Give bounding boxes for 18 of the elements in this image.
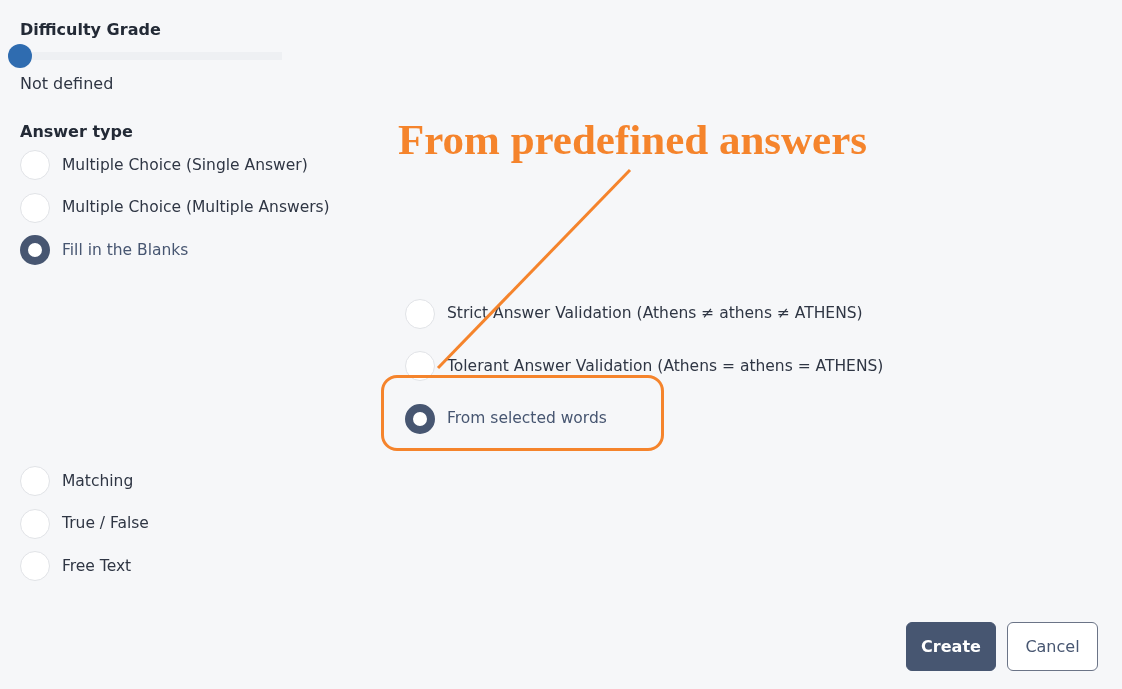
field-label: Answer type <box>20 121 133 143</box>
annotation-title: From predefined answers <box>398 116 867 164</box>
create-button[interactable]: Create <box>906 622 996 671</box>
slider-value: Not defined <box>20 73 115 95</box>
radio-label[interactable]: Tolerant Answer Validation (Athens = athens = ATHENS) <box>447 354 884 378</box>
radio-label[interactable]: Free Text <box>62 554 132 578</box>
radio-label[interactable]: True / False <box>62 512 149 536</box>
radio-label[interactable]: Fill in the Blanks <box>62 238 189 262</box>
radio-label[interactable]: Strict Answer Validation (Athens ≠ athens ≠ ATHENS) <box>447 302 863 326</box>
radio-button[interactable] <box>405 403 435 434</box>
radio-button[interactable] <box>20 235 50 266</box>
radio-label[interactable]: Multiple Choice (Multiple Answers) <box>62 196 330 220</box>
radio-label[interactable]: From selected words <box>447 407 607 431</box>
cancel-button[interactable]: Cancel <box>1007 622 1098 671</box>
slider-thumb[interactable] <box>8 44 32 68</box>
radio-label[interactable]: Multiple Choice (Single Answer) <box>62 153 308 177</box>
field-label: Difficulty Grade <box>20 19 161 41</box>
radio-label[interactable]: Matching <box>62 469 134 493</box>
